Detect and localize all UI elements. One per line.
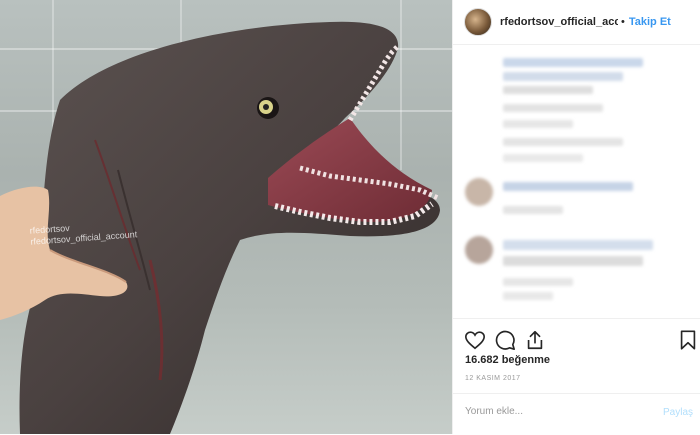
- bookmark-icon[interactable]: [677, 329, 699, 351]
- comment-bar: Paylaş: [453, 393, 700, 435]
- post-header: rfedortsov_official_accou • Takip Et: [453, 0, 700, 45]
- post-photo[interactable]: rfedortsov rfedortsov_official_account: [0, 0, 452, 434]
- action-bar: [453, 318, 700, 359]
- post-comment-button[interactable]: Paylaş: [663, 407, 693, 418]
- heart-icon[interactable]: [464, 329, 486, 351]
- username-link[interactable]: rfedortsov_official_accou: [500, 16, 618, 28]
- post-date: 12 KASIM 2017: [465, 375, 521, 382]
- share-icon[interactable]: [524, 329, 546, 351]
- follow-button[interactable]: Takip Et: [629, 16, 671, 28]
- frilled-shark-illustration: [0, 21, 440, 434]
- comment-input[interactable]: [465, 406, 625, 417]
- comment-icon[interactable]: [494, 329, 516, 351]
- like-count[interactable]: 16.682 beğenme: [465, 354, 550, 366]
- header-separator: •: [621, 16, 625, 28]
- avatar[interactable]: [464, 8, 492, 36]
- post-side-panel: rfedortsov_official_accou • Takip Et: [452, 0, 700, 434]
